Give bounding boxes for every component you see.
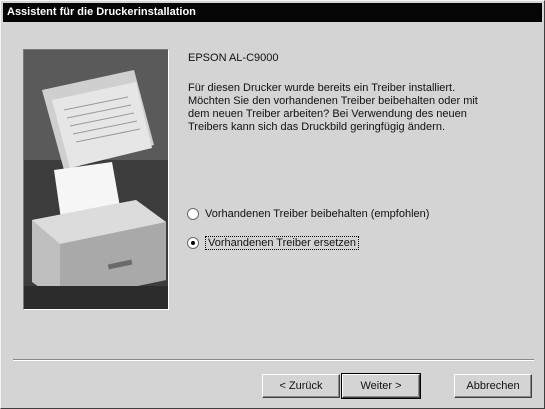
keep-driver-option[interactable]: Vorhandenen Treiber beibehalten (empfohl…: [187, 206, 429, 222]
wizard-dialog: Assistent für die Druckerinstallation EP…: [0, 0, 545, 409]
window-title: Assistent für die Druckerinstallation: [7, 6, 196, 18]
printer-illustration: [23, 49, 169, 310]
printer-model: EPSON AL-C9000: [188, 52, 279, 64]
separator: [13, 359, 534, 361]
title-bar[interactable]: Assistent für die Druckerinstallation: [3, 3, 542, 22]
next-button[interactable]: Weiter >: [341, 373, 421, 399]
radio-button-keep[interactable]: [187, 208, 199, 220]
driver-message: Für diesen Drucker wurde bereits ein Tre…: [188, 82, 478, 133]
cancel-button[interactable]: Abbrechen: [454, 374, 532, 398]
printer-image-icon: [24, 50, 168, 309]
back-button[interactable]: < Zurück: [262, 374, 340, 398]
replace-driver-option[interactable]: Vorhandenen Treiber ersetzen: [187, 235, 359, 251]
keep-driver-label[interactable]: Vorhandenen Treiber beibehalten (empfohl…: [205, 208, 429, 220]
radio-button-replace[interactable]: [187, 237, 199, 249]
replace-driver-label[interactable]: Vorhandenen Treiber ersetzen: [205, 236, 359, 250]
